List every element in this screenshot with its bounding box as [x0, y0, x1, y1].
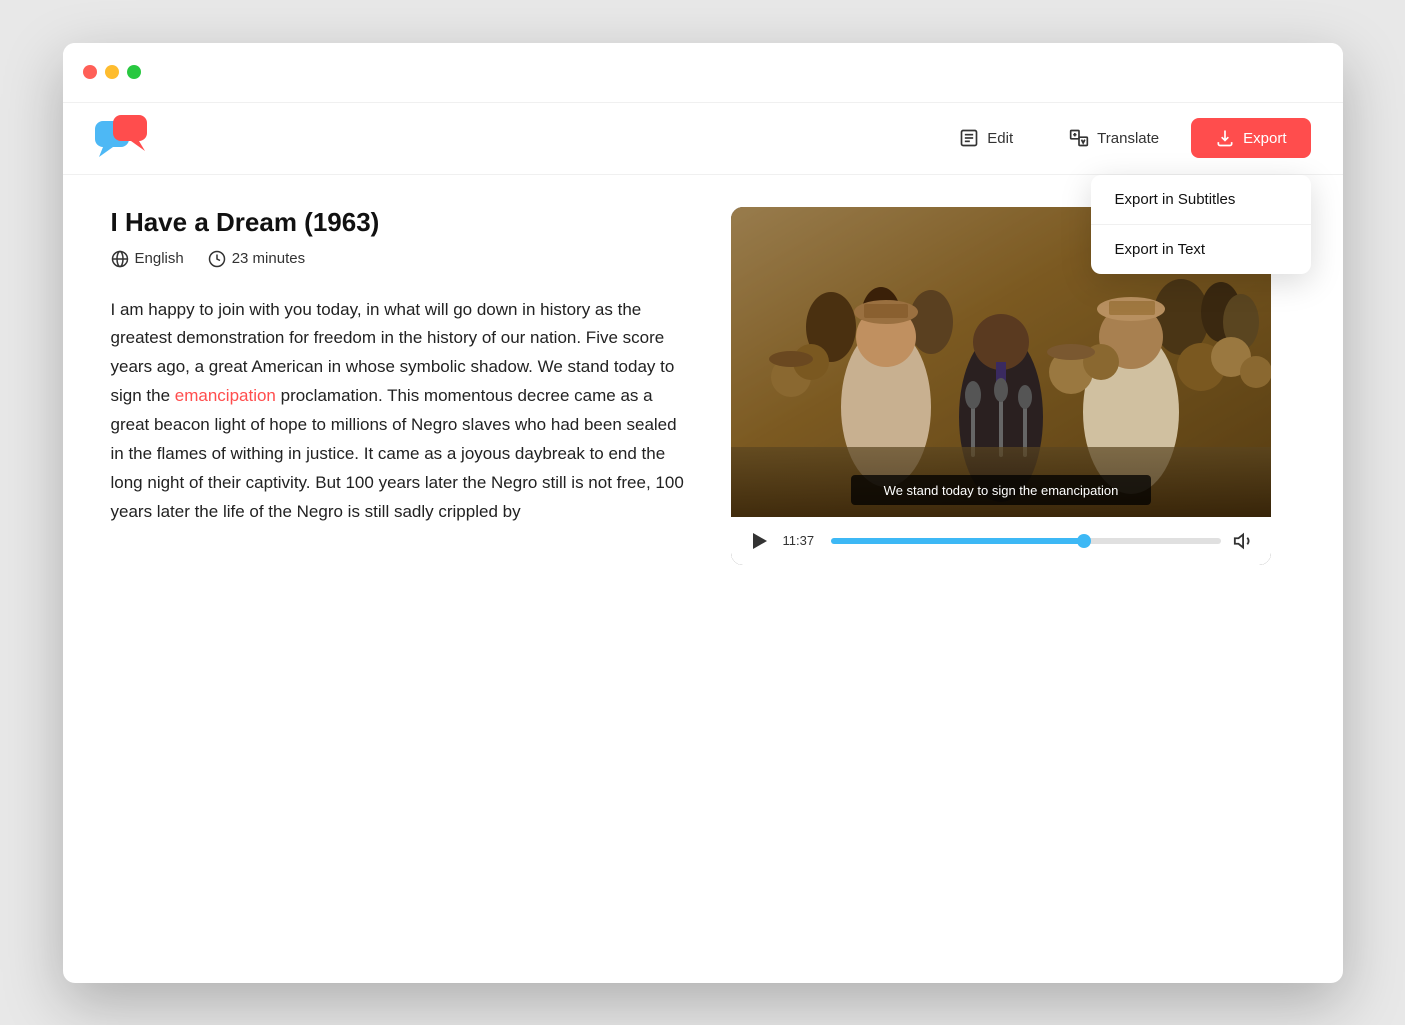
traffic-lights: [83, 65, 141, 79]
translate-label: Translate: [1097, 130, 1159, 147]
titlebar: [63, 43, 1343, 103]
language-meta: English: [111, 250, 184, 268]
progress-fill: [831, 538, 1085, 544]
minimize-button[interactable]: [105, 65, 119, 79]
export-subtitles-item[interactable]: Export in Subtitles: [1091, 175, 1311, 225]
translate-button[interactable]: Translate: [1045, 118, 1183, 158]
progress-thumb: [1077, 534, 1091, 548]
document-title: I Have a Dream (1963): [111, 207, 691, 238]
duration-meta: 23 minutes: [208, 250, 305, 268]
nav-actions: Edit Translate Export: [935, 118, 1310, 158]
edit-button[interactable]: Edit: [935, 118, 1037, 158]
logo: [95, 115, 151, 161]
translate-icon: [1069, 128, 1089, 148]
edit-label: Edit: [987, 130, 1013, 147]
progress-bar[interactable]: [831, 538, 1221, 544]
app-window: Edit Translate Export: [63, 43, 1343, 983]
play-button[interactable]: [747, 529, 771, 553]
export-subtitles-label: Export in Subtitles: [1115, 191, 1236, 208]
language-label: English: [135, 250, 184, 267]
export-button[interactable]: Export: [1191, 118, 1310, 158]
export-text-item[interactable]: Export in Text: [1091, 225, 1311, 274]
header: Edit Translate Export: [63, 103, 1343, 175]
edit-icon: [959, 128, 979, 148]
export-label: Export: [1243, 130, 1286, 147]
close-button[interactable]: [83, 65, 97, 79]
globe-icon: [111, 250, 129, 268]
video-controls: 11:37: [731, 517, 1271, 565]
document-text: I am happy to join with you today, in wh…: [111, 296, 691, 527]
highlighted-word: emancipation: [175, 386, 276, 405]
export-text-label: Export in Text: [1115, 241, 1206, 258]
maximize-button[interactable]: [127, 65, 141, 79]
svg-text:We stand today to sign the ema: We stand today to sign the emancipation: [883, 483, 1118, 498]
document-meta: English 23 minutes: [111, 250, 691, 268]
current-time: 11:37: [783, 533, 819, 548]
logo-icon: [95, 115, 151, 161]
duration-label: 23 minutes: [232, 250, 305, 267]
clock-icon: [208, 250, 226, 268]
volume-button[interactable]: [1233, 530, 1255, 552]
export-dropdown: Export in Subtitles Export in Text: [1091, 175, 1311, 274]
left-panel: I Have a Dream (1963) English 23 min: [111, 207, 691, 565]
body-text-part2: proclamation. This momentous decree came…: [111, 386, 684, 521]
export-icon: [1215, 128, 1235, 148]
